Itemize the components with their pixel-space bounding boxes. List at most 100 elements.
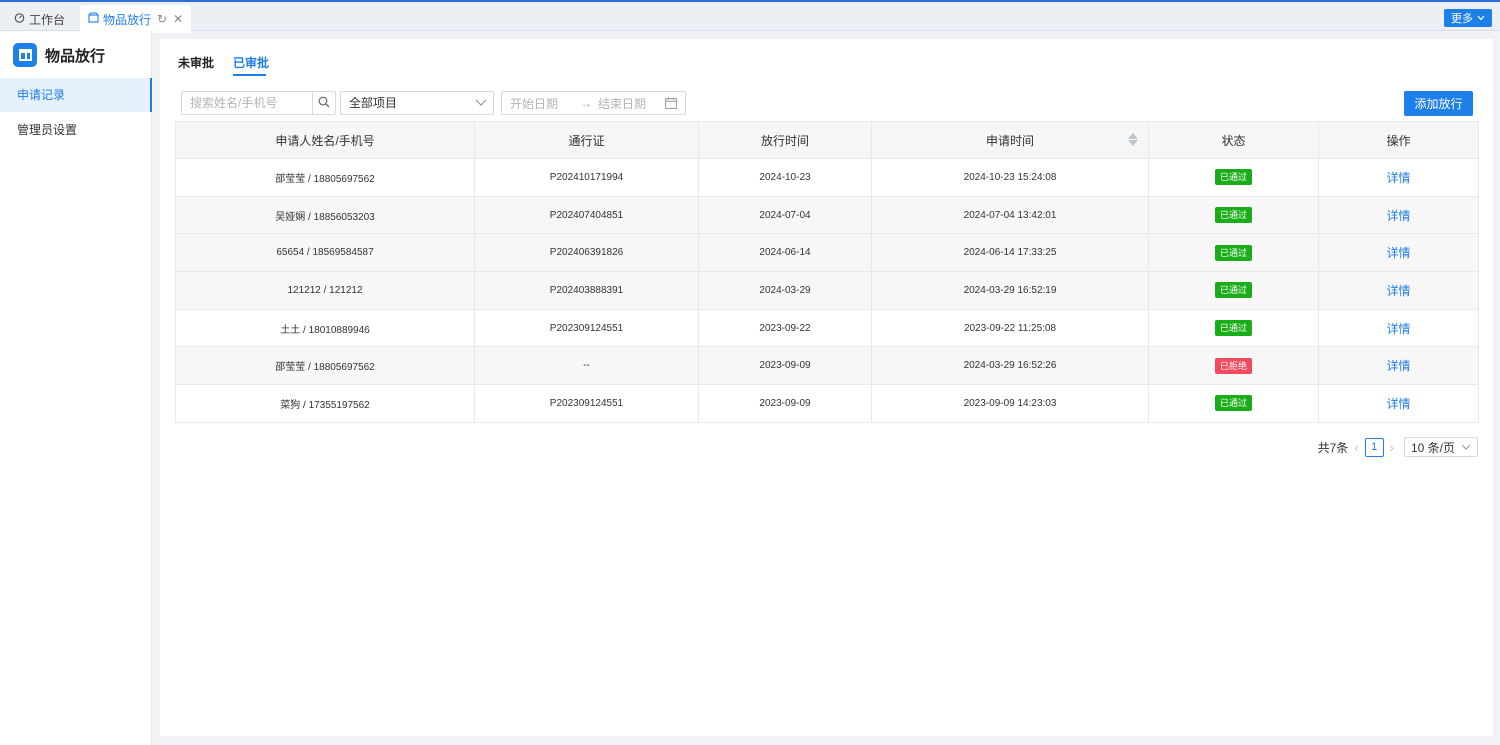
add-release-button[interactable]: 添加放行 <box>1404 91 1473 116</box>
cell-applicant: 121212 / 121212 <box>175 271 475 310</box>
table-row: 菜狗 / 17355197562 P202309124551 2023-09-0… <box>175 384 1479 423</box>
cell-actions: 详情 <box>1318 195 1479 235</box>
end-date-placeholder[interactable]: 结束日期 <box>598 95 646 112</box>
table-row: 121212 / 121212 P202403888391 2024-03-29… <box>175 271 1479 310</box>
tab-approved[interactable]: 已审批 <box>233 54 269 71</box>
project-select-value: 全部项目 <box>349 96 398 110</box>
active-tab-indicator <box>233 74 266 76</box>
cell-actions: 详情 <box>1318 346 1479 386</box>
cell-applicant: 菜狗 / 17355197562 <box>175 384 475 423</box>
cell-actions: 详情 <box>1318 308 1479 348</box>
tab-pending[interactable]: 未审批 <box>178 54 214 71</box>
date-range-picker[interactable]: 开始日期 → 结束日期 <box>501 91 686 115</box>
refresh-icon[interactable]: ↻ <box>157 12 167 26</box>
cell-pass-link[interactable]: P202410171994 <box>474 158 699 197</box>
search-button[interactable] <box>312 92 335 114</box>
column-header-status: 状态 <box>1148 121 1319 159</box>
cell-pass: -- <box>474 346 699 386</box>
column-header-release-time: 放行时间 <box>698 121 872 159</box>
chevron-down-icon <box>1461 442 1471 453</box>
detail-link[interactable]: 详情 <box>1386 359 1410 373</box>
cell-applicant: 邵莹莹 / 18805697562 <box>175 346 475 386</box>
page-number-current[interactable]: 1 <box>1364 437 1384 457</box>
tab-workbench[interactable]: 工作台 <box>6 5 73 33</box>
table-row: 土土 / 18010889946 P202309124551 2023-09-2… <box>175 308 1479 348</box>
box-icon <box>88 12 99 26</box>
table-row: 吴娅娴 / 18856053203 P202407404851 2024-07-… <box>175 195 1479 235</box>
cell-release-time: 2024-10-23 <box>698 158 872 197</box>
cell-actions: 详情 <box>1318 384 1479 423</box>
cell-release-time: 2023-09-09 <box>698 346 872 386</box>
start-date-placeholder[interactable]: 开始日期 <box>510 95 558 112</box>
detail-link[interactable]: 详情 <box>1386 284 1410 298</box>
detail-link[interactable]: 详情 <box>1386 246 1410 260</box>
main-panel: 未审批 已审批 全部项目 开始日期 → 结束日期 添加放行 申请人姓名/手机号 <box>160 39 1493 736</box>
cell-pass-link[interactable]: P202407404851 <box>474 195 699 235</box>
cell-pass-link[interactable]: P202403888391 <box>474 271 699 310</box>
detail-link[interactable]: 详情 <box>1386 322 1410 336</box>
cell-pass-link[interactable]: P202406391826 <box>474 233 699 273</box>
cell-status: 已通过 <box>1148 158 1319 197</box>
cell-apply-time: 2023-09-09 14:23:03 <box>871 384 1149 423</box>
sidebar-title: 物品放行 <box>45 47 106 65</box>
cell-pass-link[interactable]: P202309124551 <box>474 384 699 423</box>
status-badge: 已通过 <box>1214 320 1252 337</box>
pagination: 共7条 ‹ 1 › 10 条/页 <box>1318 437 1478 457</box>
cell-apply-time: 2024-06-14 17:33:25 <box>871 233 1149 273</box>
more-button[interactable]: 更多 <box>1444 9 1492 27</box>
top-tab-bar: 工作台 物品放行 ↻ ✕ 更多 <box>0 0 1500 33</box>
status-badge: 已拒绝 <box>1214 357 1252 374</box>
cell-applicant: 土土 / 18010889946 <box>175 308 475 348</box>
close-icon[interactable]: ✕ <box>173 12 183 26</box>
sidebar: 物品放行 申请记录 管理员设置 <box>0 31 152 745</box>
cell-applicant: 邵莹莹 / 18805697562 <box>175 158 475 197</box>
sort-icon[interactable] <box>1128 133 1138 146</box>
search-field <box>181 91 336 115</box>
app-logo-icon <box>13 43 37 67</box>
cell-actions: 详情 <box>1318 233 1479 273</box>
chevron-right-icon[interactable]: › <box>1390 440 1394 455</box>
chevron-down-icon <box>475 92 487 121</box>
column-header-apply-time[interactable]: 申请时间 <box>871 121 1149 159</box>
status-badge: 已通过 <box>1214 395 1252 412</box>
column-header-apply-time-label: 申请时间 <box>985 133 1034 148</box>
table-row: 邵莹莹 / 18805697562 -- 2023-09-09 2024-03-… <box>175 346 1479 386</box>
cell-release-time: 2024-06-14 <box>698 233 872 273</box>
chevron-down-icon <box>1477 12 1485 24</box>
cell-release-time: 2024-07-04 <box>698 195 872 235</box>
status-badge: 已通过 <box>1214 282 1252 299</box>
pagination-total: 共7条 <box>1317 440 1349 455</box>
tab-item-release-label: 物品放行 <box>103 12 152 27</box>
sidebar-item-apply-records[interactable]: 申请记录 <box>0 78 152 112</box>
records-table: 申请人姓名/手机号 通行证 放行时间 申请时间 状态 操作 邵莹莹 / 1880… <box>175 121 1479 423</box>
cell-apply-time: 2024-03-29 16:52:26 <box>871 346 1149 386</box>
search-input[interactable] <box>182 92 312 114</box>
more-button-label: 更多 <box>1451 13 1473 25</box>
page-size-value: 10 条/页 <box>1410 440 1455 455</box>
status-badge: 已通过 <box>1214 244 1252 261</box>
cell-status: 已通过 <box>1148 271 1319 310</box>
cell-status: 已通过 <box>1148 308 1319 348</box>
tab-item-release[interactable]: 物品放行 ↻ ✕ <box>80 5 192 33</box>
cell-release-time: 2023-09-09 <box>698 384 872 423</box>
cell-status: 已通过 <box>1148 233 1319 273</box>
detail-link[interactable]: 详情 <box>1386 209 1410 223</box>
cell-pass-link[interactable]: P202309124551 <box>474 308 699 348</box>
sidebar-item-admin-settings[interactable]: 管理员设置 <box>0 113 152 147</box>
arrow-right-icon: → <box>580 96 593 110</box>
cell-actions: 详情 <box>1318 271 1479 310</box>
chevron-left-icon[interactable]: ‹ <box>1354 440 1358 455</box>
detail-link[interactable]: 详情 <box>1386 171 1410 185</box>
page-size-select[interactable]: 10 条/页 <box>1403 437 1478 457</box>
status-badge: 已通过 <box>1214 207 1252 224</box>
table-row: 邵莹莹 / 18805697562 P202410171994 2024-10-… <box>175 158 1479 197</box>
column-header-applicant: 申请人姓名/手机号 <box>175 121 475 159</box>
cell-status: 已拒绝 <box>1148 346 1319 386</box>
calendar-icon <box>665 97 677 112</box>
project-select[interactable]: 全部项目 <box>340 91 494 115</box>
cell-actions: 详情 <box>1318 158 1479 197</box>
cell-status: 已通过 <box>1148 195 1319 235</box>
detail-link[interactable]: 详情 <box>1386 397 1410 411</box>
cell-release-time: 2023-09-22 <box>698 308 872 348</box>
cell-apply-time: 2024-07-04 13:42:01 <box>871 195 1149 235</box>
